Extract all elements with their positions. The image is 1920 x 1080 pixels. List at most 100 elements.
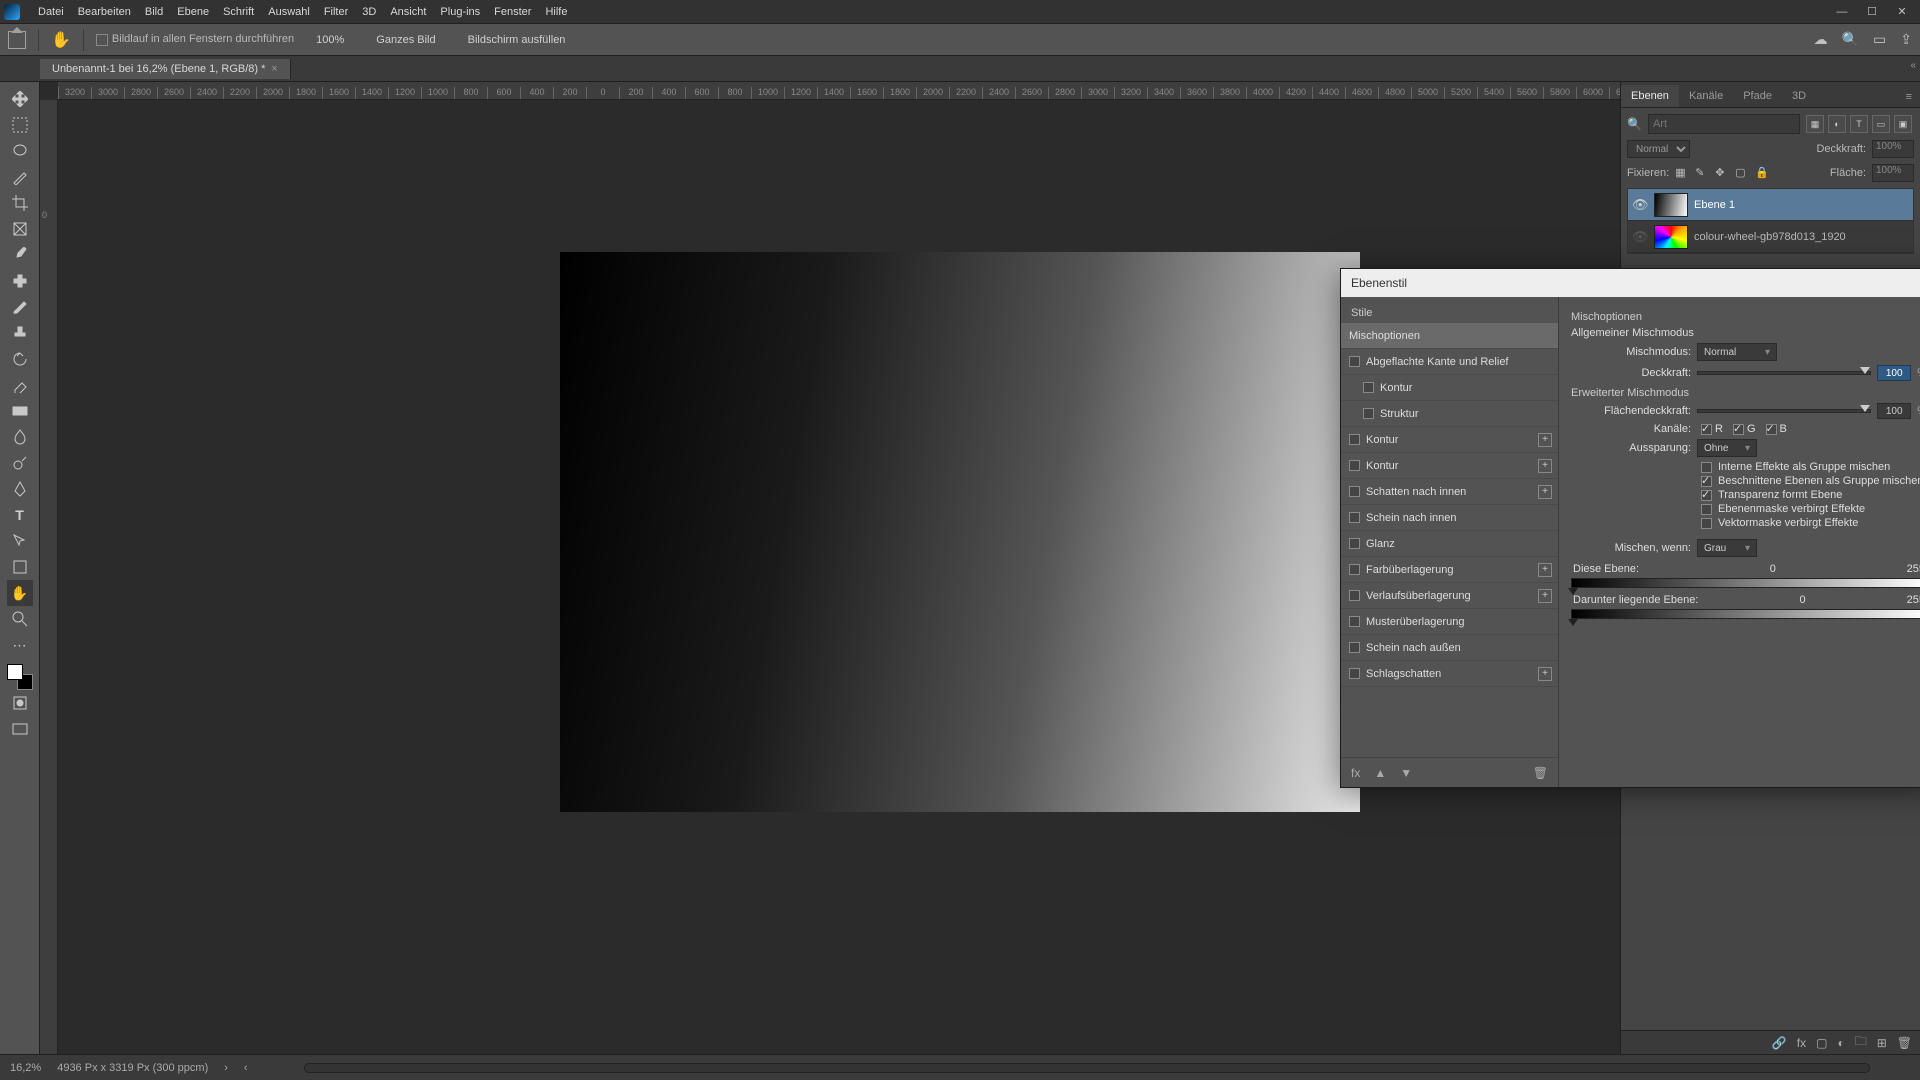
document-tab-close-icon[interactable]: ×: [271, 63, 277, 75]
path-select-tool[interactable]: [7, 528, 33, 554]
style-item[interactable]: Schein nach außen: [1341, 635, 1558, 661]
style-checkbox[interactable]: [1349, 642, 1360, 653]
horizontal-scrollbar[interactable]: [304, 1063, 1870, 1073]
filter-shape-icon[interactable]: ▭: [1872, 115, 1890, 133]
tab-pfade[interactable]: Pfade: [1733, 85, 1782, 107]
menu-item-filter[interactable]: Filter: [324, 6, 348, 18]
wand-tool[interactable]: [7, 164, 33, 190]
style-item[interactable]: Verlaufsüberlagerung+: [1341, 583, 1558, 609]
brush-tool[interactable]: [7, 294, 33, 320]
adjustment-icon[interactable]: ◐: [1837, 1036, 1844, 1050]
flachendeckkraft-value[interactable]: 100: [1877, 403, 1911, 419]
menu-item-plugins[interactable]: Plug-ins: [440, 6, 480, 18]
layer-row[interactable]: 👁 Ebene 1: [1628, 189, 1913, 221]
link-layers-icon[interactable]: 🔗: [1772, 1036, 1787, 1050]
status-dimensions[interactable]: 4936 Px x 3319 Px (300 ppcm): [57, 1062, 208, 1074]
menu-item-auswahl[interactable]: Auswahl: [268, 6, 310, 18]
collapse-panels-icon[interactable]: «: [1910, 60, 1916, 71]
layer-row[interactable]: 👁 colour-wheel-gb978d013_1920: [1628, 221, 1913, 253]
channel-r-checkbox[interactable]: [1701, 424, 1712, 435]
frame-tool[interactable]: [7, 216, 33, 242]
shape-tool[interactable]: [7, 554, 33, 580]
style-checkbox[interactable]: [1363, 408, 1374, 419]
lock-position-icon[interactable]: ✥: [1715, 166, 1729, 180]
style-item[interactable]: Abgeflachte Kante und Relief: [1341, 349, 1558, 375]
style-checkbox[interactable]: [1349, 512, 1360, 523]
menu-item-3d[interactable]: 3D: [362, 6, 376, 18]
foreground-color[interactable]: [7, 664, 23, 680]
flachendeckkraft-slider[interactable]: [1697, 409, 1871, 413]
layer-thumb[interactable]: [1654, 193, 1688, 217]
style-trash-icon[interactable]: 🗑: [1533, 766, 1548, 780]
menu-item-schrift[interactable]: Schrift: [223, 6, 254, 18]
layer-filter-input[interactable]: [1648, 114, 1800, 134]
menu-item-bearbeiten[interactable]: Bearbeiten: [78, 6, 131, 18]
underlying-slider[interactable]: [1571, 609, 1920, 619]
eraser-tool[interactable]: [7, 372, 33, 398]
hand-tool-icon[interactable]: ✋: [51, 30, 71, 50]
filter-adjust-icon[interactable]: ◐: [1828, 115, 1846, 133]
add-effect-icon[interactable]: +: [1538, 433, 1552, 447]
cb-clipped-layers[interactable]: [1701, 476, 1712, 487]
style-checkbox[interactable]: [1349, 564, 1360, 575]
fit-screen-button[interactable]: Ganzes Bild: [366, 32, 445, 48]
cloud-icon[interactable]: ☁: [1814, 31, 1828, 48]
style-item[interactable]: Schlagschatten+: [1341, 661, 1558, 687]
style-up-icon[interactable]: ▲: [1374, 766, 1386, 780]
lock-all-icon[interactable]: 🔒: [1755, 166, 1769, 180]
style-checkbox[interactable]: [1349, 590, 1360, 601]
zoom-100-button[interactable]: 100%: [306, 32, 354, 48]
style-item[interactable]: Glanz: [1341, 531, 1558, 557]
close-button[interactable]: ✕: [1888, 2, 1916, 22]
filter-type-icon[interactable]: T: [1850, 115, 1868, 133]
fill-field[interactable]: 100%: [1872, 164, 1914, 182]
screenmode-icon[interactable]: [7, 716, 33, 742]
menu-item-fenster[interactable]: Fenster: [494, 6, 531, 18]
cb-layermask-hides[interactable]: [1701, 504, 1712, 515]
mischmodus-select[interactable]: Normal: [1697, 343, 1777, 361]
blendif-select[interactable]: Grau: [1697, 539, 1757, 557]
status-zoom[interactable]: 16,2%: [10, 1062, 41, 1074]
style-checkbox[interactable]: [1349, 486, 1360, 497]
style-checkbox[interactable]: [1363, 382, 1374, 393]
zoom-tool[interactable]: [7, 606, 33, 632]
deckkraft-slider[interactable]: [1697, 371, 1871, 375]
stamp-tool[interactable]: [7, 320, 33, 346]
channel-b-checkbox[interactable]: [1766, 424, 1777, 435]
visibility-icon[interactable]: 👁: [1632, 229, 1648, 245]
panel-menu-icon[interactable]: ≡: [1898, 87, 1920, 107]
style-item[interactable]: Struktur: [1341, 401, 1558, 427]
move-tool[interactable]: [7, 86, 33, 112]
edit-toolbar-icon[interactable]: ⋯: [7, 632, 33, 658]
add-effect-icon[interactable]: +: [1538, 485, 1552, 499]
style-checkbox[interactable]: [1349, 616, 1360, 627]
fx-menu-icon[interactable]: fx: [1351, 766, 1360, 780]
hand-tool[interactable]: ✋: [7, 580, 33, 606]
style-item[interactable]: Mischoptionen: [1341, 323, 1558, 349]
opacity-field[interactable]: 100%: [1872, 140, 1914, 158]
aussparung-select[interactable]: Ohne: [1697, 439, 1757, 457]
history-brush-tool[interactable]: [7, 346, 33, 372]
scroll-all-checkbox[interactable]: Bildlauf in allen Fenstern durchführen: [96, 33, 294, 45]
lock-artboard-icon[interactable]: ▢: [1735, 166, 1749, 180]
marquee-tool[interactable]: [7, 112, 33, 138]
style-item[interactable]: Kontur+: [1341, 453, 1558, 479]
add-effect-icon[interactable]: +: [1538, 667, 1552, 681]
cb-vectormask-hides[interactable]: [1701, 518, 1712, 529]
menu-item-ebene[interactable]: Ebene: [177, 6, 209, 18]
new-layer-icon[interactable]: ⊞: [1877, 1036, 1887, 1050]
add-effect-icon[interactable]: +: [1538, 563, 1552, 577]
type-tool[interactable]: T: [7, 502, 33, 528]
deckkraft-value[interactable]: 100: [1877, 365, 1911, 381]
mask-icon[interactable]: ▢: [1816, 1036, 1827, 1050]
filter-smart-icon[interactable]: ▣: [1894, 115, 1912, 133]
filter-pixel-icon[interactable]: ▦: [1806, 115, 1824, 133]
style-item[interactable]: Farbüberlagerung+: [1341, 557, 1558, 583]
status-chevron-icon[interactable]: ›: [224, 1062, 228, 1074]
this-layer-slider[interactable]: [1571, 578, 1920, 588]
style-item[interactable]: Schein nach innen: [1341, 505, 1558, 531]
maximize-button[interactable]: ☐: [1858, 2, 1886, 22]
style-checkbox[interactable]: [1349, 460, 1360, 471]
layer-thumb[interactable]: [1654, 225, 1688, 249]
home-icon[interactable]: [8, 31, 26, 49]
